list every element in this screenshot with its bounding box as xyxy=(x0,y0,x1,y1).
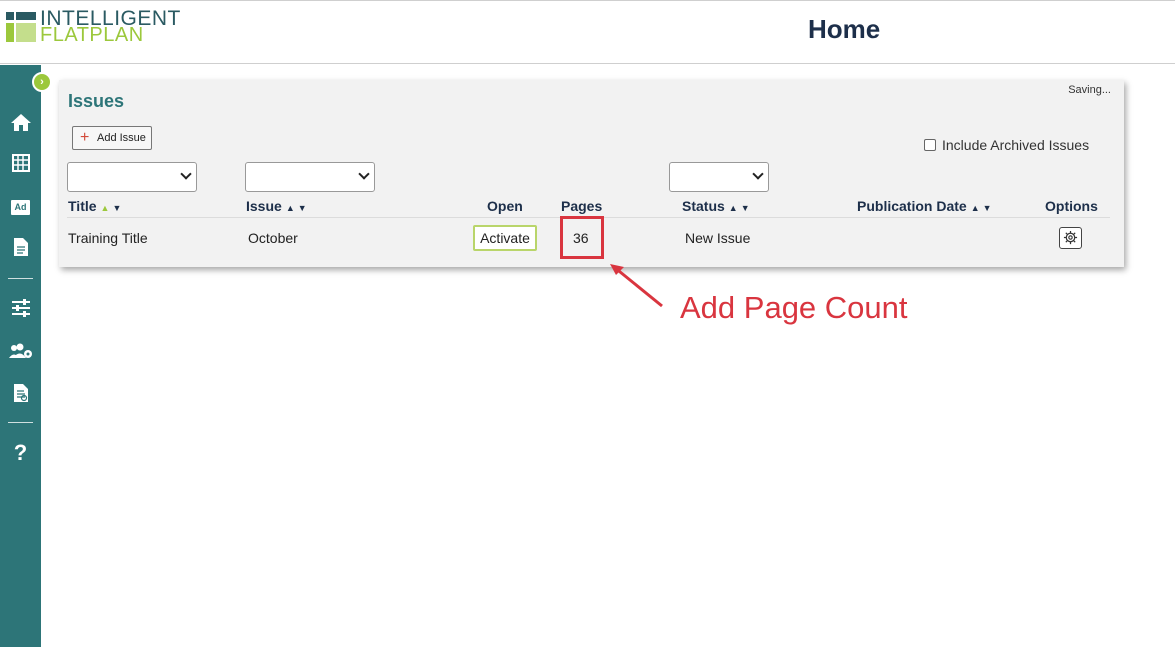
settings-sliders-icon[interactable] xyxy=(0,299,41,319)
column-header-issue[interactable]: Issue ▲▼ xyxy=(246,198,310,214)
include-archived-toggle[interactable]: Include Archived Issues xyxy=(924,137,1089,153)
row-status: New Issue xyxy=(685,230,751,246)
add-issue-button[interactable]: + Add Issue xyxy=(72,126,152,150)
sort-icon[interactable]: ▲▼ xyxy=(101,203,125,213)
column-header-publication-date[interactable]: Publication Date ▲▼ xyxy=(857,198,995,214)
add-issue-label: Add Issue xyxy=(97,132,146,144)
sort-icon[interactable]: ▲▼ xyxy=(971,203,995,213)
issue-filter-select[interactable] xyxy=(245,162,375,192)
page-title: Home xyxy=(808,14,881,44)
panel-title: Issues xyxy=(68,91,125,111)
logo-text-secondary: FLATPLAN xyxy=(40,24,144,46)
ad-icon[interactable]: Ad xyxy=(0,197,41,215)
home-icon[interactable] xyxy=(0,112,41,134)
users-gear-icon[interactable] xyxy=(0,342,41,362)
column-header-status[interactable]: Status ▲▼ xyxy=(682,198,753,214)
column-header-options: Options xyxy=(1045,198,1098,214)
chevron-down-icon xyxy=(752,168,764,180)
saving-status: Saving... xyxy=(1068,84,1111,96)
include-archived-label: Include Archived Issues xyxy=(942,137,1090,153)
status-filter-select[interactable] xyxy=(669,162,769,192)
activate-button[interactable]: Activate xyxy=(473,225,537,251)
include-archived-checkbox[interactable] xyxy=(924,139,936,151)
annotation-label: Add Page Count xyxy=(680,290,908,325)
row-issue: October xyxy=(248,230,298,246)
title-filter-select[interactable] xyxy=(67,162,197,192)
column-header-title[interactable]: Title ▲▼ xyxy=(68,198,124,214)
document-icon[interactable] xyxy=(0,237,41,259)
chevron-down-icon xyxy=(180,168,192,180)
annotation-highlight-box xyxy=(560,216,604,259)
flatplan-grid-icon[interactable] xyxy=(0,154,41,174)
logo: INTELLIGENT FLATPLAN xyxy=(6,8,206,46)
plus-icon: + xyxy=(80,129,90,146)
annotation-arrow-icon xyxy=(610,264,663,308)
sidebar-toggle-button[interactable]: › xyxy=(32,72,52,92)
column-header-pages: Pages xyxy=(561,198,603,214)
column-header-open: Open xyxy=(487,198,523,214)
report-icon[interactable] xyxy=(0,383,41,405)
sidebar-divider xyxy=(8,278,33,279)
app-header: INTELLIGENT FLATPLAN Home xyxy=(0,0,1175,64)
sort-icon[interactable]: ▲▼ xyxy=(729,203,753,213)
row-title: Training Title xyxy=(68,230,148,246)
sidebar-divider xyxy=(8,422,33,423)
options-button[interactable] xyxy=(1059,227,1082,249)
gear-icon xyxy=(1063,230,1078,245)
help-icon[interactable]: ? xyxy=(0,440,41,466)
chevron-down-icon xyxy=(358,168,370,180)
sort-icon[interactable]: ▲▼ xyxy=(286,203,310,213)
